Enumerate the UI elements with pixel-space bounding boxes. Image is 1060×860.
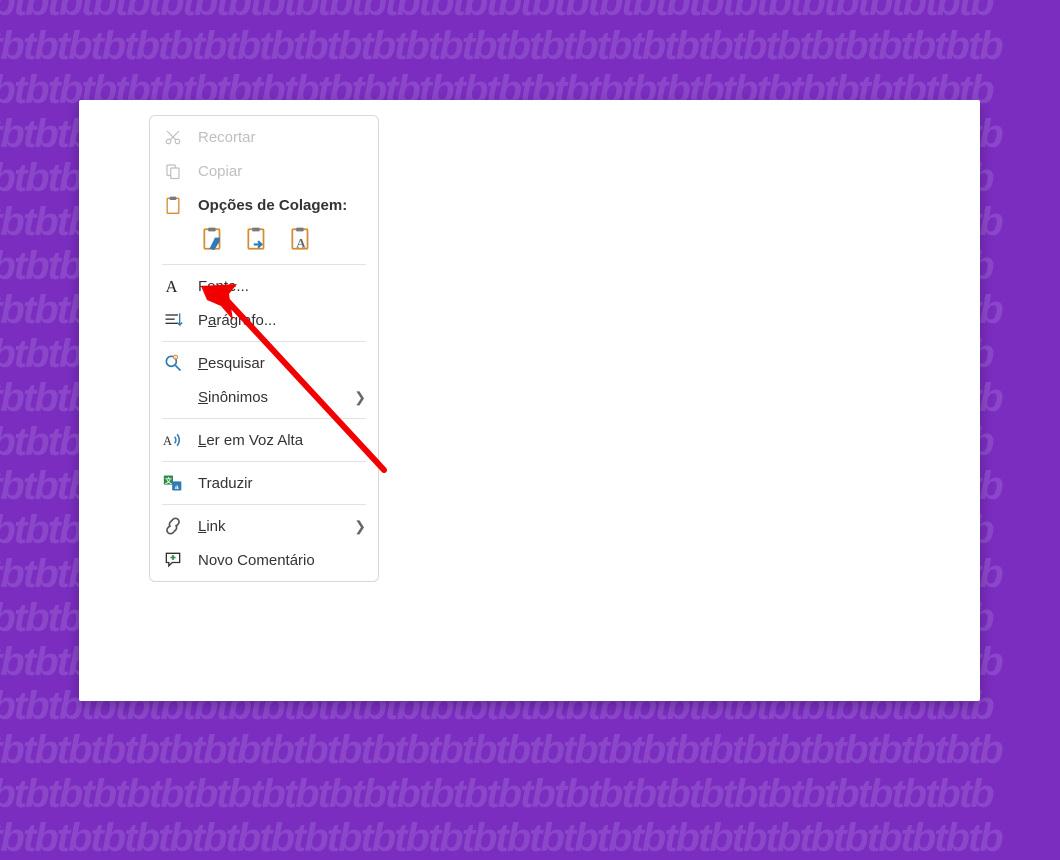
chevron-right-icon: ❯ — [354, 518, 366, 535]
menu-font-label: Fonte... — [198, 278, 366, 295]
menu-search[interactable]: i Pesquisar — [150, 346, 378, 380]
svg-text:文: 文 — [165, 476, 172, 485]
menu-copy-label: Copiar — [198, 163, 366, 180]
translate-icon: 文 a — [162, 472, 184, 494]
paste-merge-formatting-button[interactable] — [242, 224, 272, 254]
separator — [162, 418, 366, 419]
link-icon — [162, 515, 184, 537]
svg-text:a: a — [175, 484, 179, 491]
paragraph-icon — [162, 309, 184, 331]
paste-options-row: A — [150, 222, 378, 260]
menu-link[interactable]: Link ❯ — [150, 509, 378, 543]
svg-text:i: i — [175, 356, 176, 360]
separator — [162, 341, 366, 342]
cut-icon — [162, 126, 184, 148]
menu-read-aloud[interactable]: A Ler em Voz Alta — [150, 423, 378, 457]
read-aloud-icon: A — [162, 429, 184, 451]
menu-font[interactable]: A Fonte... — [150, 269, 378, 303]
menu-read-aloud-label: Ler em Voz Alta — [198, 432, 366, 449]
menu-cut-label: Recortar — [198, 129, 366, 146]
menu-translate-label: Traduzir — [198, 475, 366, 492]
menu-paste-header: Opções de Colagem: — [150, 188, 378, 222]
svg-text:A: A — [166, 277, 178, 296]
context-menu: Recortar Copiar Opções de Colagem: — [149, 115, 379, 582]
chevron-right-icon: ❯ — [354, 389, 366, 406]
search-icon: i — [162, 352, 184, 374]
menu-translate[interactable]: 文 a Traduzir — [150, 466, 378, 500]
menu-synonyms[interactable]: Sinônimos ❯ — [150, 380, 378, 414]
menu-cut: Recortar — [150, 120, 378, 154]
menu-search-label: Pesquisar — [198, 355, 366, 372]
copy-icon — [162, 160, 184, 182]
menu-copy: Copiar — [150, 154, 378, 188]
font-icon: A — [162, 275, 184, 297]
separator — [162, 264, 366, 265]
blank-icon — [162, 386, 184, 408]
svg-text:A: A — [163, 434, 172, 448]
paste-keep-source-formatting-button[interactable] — [198, 224, 228, 254]
separator — [162, 461, 366, 462]
menu-paragraph[interactable]: Parágrafo... — [150, 303, 378, 337]
document-area: Recortar Copiar Opções de Colagem: — [79, 100, 980, 701]
menu-new-comment-label: Novo Comentário — [198, 552, 366, 569]
separator — [162, 504, 366, 505]
clipboard-icon — [162, 194, 184, 216]
menu-new-comment[interactable]: Novo Comentário — [150, 543, 378, 577]
paste-text-only-button[interactable]: A — [286, 224, 316, 254]
menu-synonyms-label: Sinônimos — [198, 389, 340, 406]
menu-paragraph-label: Parágrafo... — [198, 312, 366, 329]
menu-paste-header-label: Opções de Colagem: — [198, 197, 366, 214]
menu-link-label: Link — [198, 518, 340, 535]
comment-icon — [162, 549, 184, 571]
svg-text:A: A — [296, 236, 306, 251]
